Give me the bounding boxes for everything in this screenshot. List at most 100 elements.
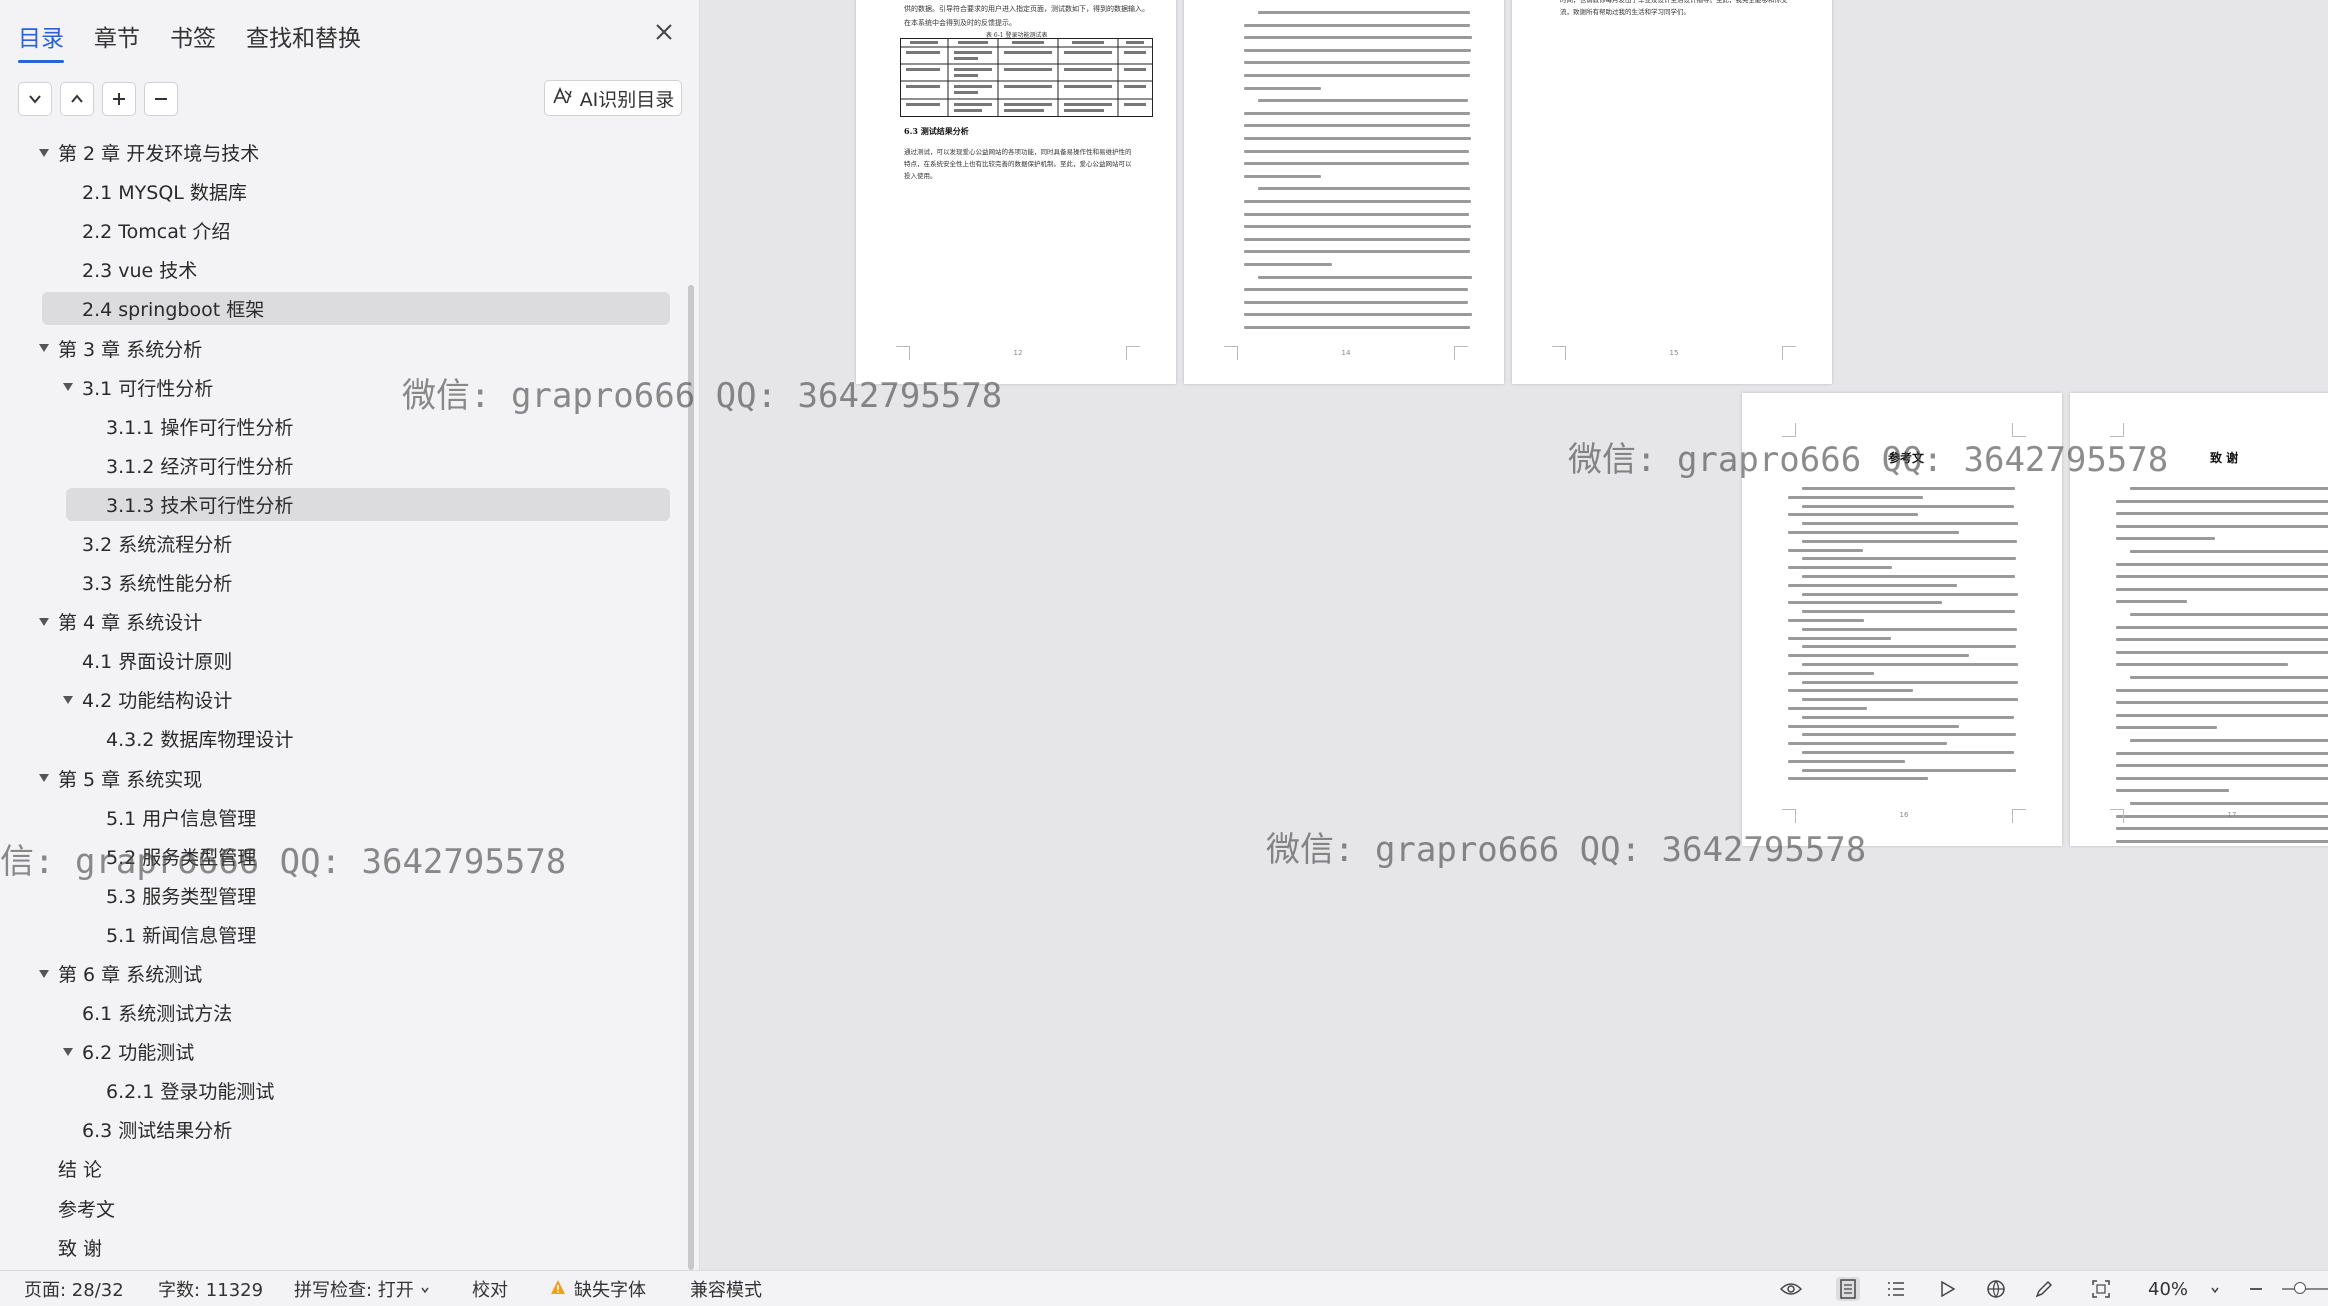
toc-item[interactable]: 3.3 系统性能分析 bbox=[0, 563, 690, 602]
text-line bbox=[2116, 499, 2328, 503]
caret-down-icon[interactable] bbox=[61, 380, 75, 394]
text-line bbox=[1802, 575, 2015, 578]
tab-toc[interactable]: 目录 bbox=[18, 19, 64, 63]
ai-button-label: AI识别目录 bbox=[579, 88, 675, 111]
tab-bookmarks[interactable]: 书签 bbox=[170, 19, 216, 59]
toc-item[interactable]: 4.1 界面设计原则 bbox=[0, 641, 690, 680]
toc-item[interactable]: 6.3 测试结果分析 bbox=[0, 1110, 690, 1149]
text-line bbox=[2116, 789, 2229, 793]
toc-item-label: 6.1 系统测试方法 bbox=[82, 1003, 233, 1026]
page-indicator[interactable]: 页面: 28/32 bbox=[24, 1271, 124, 1306]
document-canvas[interactable]: 供的数据。引导符合要求的用户进入指定页面，测试数如下，得到的数据输入。 在本系统… bbox=[701, 0, 2328, 1270]
toc-item[interactable]: 2.3 vue 技术 bbox=[0, 250, 690, 289]
play-icon[interactable] bbox=[1936, 1277, 1960, 1301]
caret-down-icon[interactable] bbox=[37, 771, 51, 785]
toc-item-label: 第 5 章 系统实现 bbox=[58, 768, 203, 791]
page-text: 供的数据。引导符合要求的用户进入指定页面，测试数如下，得到的数据输入。 bbox=[904, 5, 1149, 13]
toc-item[interactable]: 4.3.2 数据库物理设计 bbox=[0, 719, 690, 758]
toc-item[interactable]: 3.1.1 操作可行性分析 bbox=[0, 407, 690, 446]
text-line bbox=[2116, 562, 2328, 566]
toc-item[interactable]: 5.2 服务类型管理 bbox=[0, 837, 690, 876]
text-line bbox=[1244, 288, 1469, 292]
tab-chapters[interactable]: 章节 bbox=[94, 19, 140, 59]
toc-item[interactable]: 3.1 可行性分析 bbox=[0, 368, 690, 407]
toc-item[interactable]: 2.1 MYSQL 数据库 bbox=[0, 172, 690, 211]
spell-check-toggle[interactable]: 拼写检查: 打开 bbox=[294, 1271, 430, 1306]
sidebar-scrollbar[interactable] bbox=[688, 285, 694, 1270]
plus-icon[interactable] bbox=[102, 82, 136, 116]
minus-icon[interactable] bbox=[144, 82, 178, 116]
toc-item[interactable]: 2.2 Tomcat 介绍 bbox=[0, 211, 690, 250]
text-line bbox=[1258, 11, 1471, 14]
fit-page-icon[interactable] bbox=[2089, 1277, 2113, 1301]
toc-item-label: 第 3 章 系统分析 bbox=[58, 338, 203, 361]
toc-item[interactable]: 5.1 新闻信息管理 bbox=[0, 915, 690, 954]
caret-down-icon[interactable] bbox=[37, 341, 51, 355]
toc-item[interactable]: 第 6 章 系统测试 bbox=[0, 954, 690, 993]
globe-icon[interactable] bbox=[1984, 1277, 2008, 1301]
missing-font-button[interactable]: 缺失字体 bbox=[550, 1271, 646, 1306]
toc-item[interactable]: 第 4 章 系统设计 bbox=[0, 602, 690, 641]
toc-item[interactable]: 第 5 章 系统实现 bbox=[0, 759, 690, 798]
outline-icon[interactable] bbox=[1884, 1277, 1908, 1301]
toc-item-label: 第 4 章 系统设计 bbox=[58, 612, 203, 635]
caret-down-icon[interactable] bbox=[37, 967, 51, 981]
toc-item[interactable]: 结 论 bbox=[0, 1149, 690, 1188]
word-count[interactable]: 字数: 11329 bbox=[158, 1271, 263, 1306]
toc-item[interactable]: 第 2 章 开发环境与技术 bbox=[0, 133, 690, 172]
text-line bbox=[1244, 174, 1322, 178]
toc-item-label: 6.2.1 登录功能测试 bbox=[106, 1081, 275, 1104]
pen-icon[interactable] bbox=[2032, 1277, 2056, 1301]
caret-down-icon[interactable] bbox=[37, 146, 51, 160]
caret-down-icon[interactable] bbox=[61, 1045, 75, 1059]
page-view-icon[interactable] bbox=[1836, 1277, 1860, 1301]
toc-item-label: 参考文 bbox=[58, 1198, 116, 1221]
toc-item[interactable]: 6.2.1 登录功能测试 bbox=[0, 1071, 690, 1110]
toc-list: 第 2 章 开发环境与技术 2.1 MYSQL 数据库 2.2 Tomcat 介绍 2… bbox=[0, 133, 690, 1267]
chevron-down-icon[interactable] bbox=[18, 82, 52, 116]
toc-item[interactable]: 致 谢 bbox=[0, 1228, 690, 1267]
text-line bbox=[1788, 654, 1970, 658]
toc-item[interactable]: 2.4 springboot 框架 bbox=[0, 289, 690, 328]
document-page[interactable]: 供的数据。引导符合要求的用户进入指定页面，测试数如下，得到的数据输入。 在本系统… bbox=[856, 0, 1176, 384]
proofread-button[interactable]: 校对 bbox=[472, 1271, 508, 1306]
eye-icon[interactable] bbox=[1779, 1277, 1803, 1301]
toc-item-label: 第 2 章 开发环境与技术 bbox=[58, 143, 260, 166]
toc-item[interactable]: 3.1.3 技术可行性分析 bbox=[0, 485, 690, 524]
page-text: 时间，也请教你每月发出了毕业及设计生活设计指导。至此，我完全能够和你交流，致谢所… bbox=[1560, 0, 1788, 16]
tab-find-replace[interactable]: 查找和替换 bbox=[246, 19, 361, 59]
zoom-level[interactable]: 40% bbox=[2148, 1271, 2220, 1306]
text-line bbox=[1244, 250, 1471, 254]
zoom-out-icon[interactable] bbox=[2244, 1277, 2268, 1301]
caret-down-icon[interactable] bbox=[37, 615, 51, 629]
zoom-slider[interactable] bbox=[2282, 1271, 2328, 1306]
chevron-down-icon bbox=[420, 1279, 430, 1300]
toc-item[interactable]: 第 3 章 系统分析 bbox=[0, 328, 690, 367]
toc-item[interactable]: 5.1 用户信息管理 bbox=[0, 798, 690, 837]
toc-item-label: 2.1 MYSQL 数据库 bbox=[82, 182, 247, 205]
toc-item[interactable]: 参考文 bbox=[0, 1189, 690, 1228]
text-line bbox=[1244, 212, 1470, 216]
document-page[interactable]: 参考文 16 bbox=[1742, 393, 2062, 846]
toc-item[interactable]: 6.2 功能测试 bbox=[0, 1032, 690, 1071]
text-line bbox=[2116, 701, 2328, 705]
chevron-up-icon[interactable] bbox=[60, 82, 94, 116]
text-line bbox=[2130, 802, 2328, 805]
document-page[interactable]: 时间，也请教你每月发出了毕业及设计生活设计指导。至此，我完全能够和你交流，致谢所… bbox=[1512, 0, 1832, 384]
zoom-slider-handle[interactable] bbox=[2294, 1282, 2306, 1294]
document-page[interactable]: 14 bbox=[1184, 0, 1504, 384]
toc-item-label: 3.1 可行性分析 bbox=[82, 377, 214, 400]
close-icon[interactable] bbox=[650, 18, 678, 46]
toc-item[interactable]: 3.1.2 经济可行性分析 bbox=[0, 446, 690, 485]
ai-recognize-toc-button[interactable]: AI识别目录 bbox=[544, 80, 682, 116]
zoom-value: 40% bbox=[2148, 1278, 2189, 1300]
toc-item[interactable]: 5.3 服务类型管理 bbox=[0, 876, 690, 915]
toc-item[interactable]: 3.2 系统流程分析 bbox=[0, 524, 690, 563]
document-page[interactable]: 致 谢 17 bbox=[2070, 393, 2328, 846]
caret-down-icon[interactable] bbox=[61, 693, 75, 707]
page-number: 15 bbox=[1669, 349, 1679, 357]
text-line bbox=[1244, 149, 1469, 153]
spell-check-label: 拼写检查: 打开 bbox=[294, 1280, 414, 1301]
toc-item[interactable]: 6.1 系统测试方法 bbox=[0, 993, 690, 1032]
toc-item[interactable]: 4.2 功能结构设计 bbox=[0, 680, 690, 719]
